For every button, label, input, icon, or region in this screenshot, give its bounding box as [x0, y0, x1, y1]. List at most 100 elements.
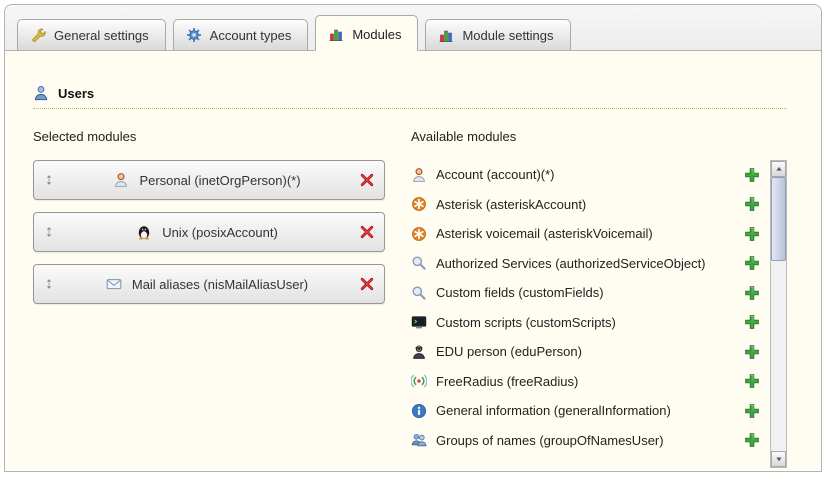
- available-module-row: EDU person (eduPerson): [411, 337, 762, 367]
- magnifier-icon: [411, 285, 427, 301]
- delete-x-icon: [359, 224, 375, 240]
- drag-handle[interactable]: [43, 278, 55, 290]
- module-label: Groups of names (groupOfNamesUser): [436, 433, 735, 448]
- module-label: Account (account)(*): [436, 167, 735, 182]
- drag-arrows-icon: [43, 278, 55, 290]
- delete-x-icon: [359, 172, 375, 188]
- tab-label: Modules: [352, 27, 401, 42]
- wrench-icon: [30, 27, 46, 43]
- available-modules-list: Account (account)(*) Asterisk (asteriskA…: [411, 160, 762, 468]
- drag-handle[interactable]: [43, 226, 55, 238]
- tab-modules[interactable]: Modules: [315, 15, 418, 51]
- add-module-button[interactable]: [744, 196, 760, 212]
- scrollbar-thumb[interactable]: [771, 177, 786, 261]
- terminal-icon: [411, 314, 427, 330]
- module-columns: Selected modules Personal (inetOrgPerson…: [33, 129, 787, 468]
- magnifier-icon: [411, 255, 427, 271]
- scroll-down-button[interactable]: [771, 451, 786, 467]
- available-modules-column: Available modules Account (account)(*): [411, 129, 787, 468]
- triangle-down-icon: [774, 454, 784, 464]
- module-label: General information (generalInformation): [436, 403, 735, 418]
- info-icon: [411, 403, 427, 419]
- remove-module-button[interactable]: [359, 172, 375, 188]
- scrollbar-track[interactable]: [771, 177, 786, 451]
- available-module-row: Account (account)(*): [411, 160, 762, 190]
- remove-module-button[interactable]: [359, 276, 375, 292]
- selected-module-row: Personal (inetOrgPerson)(*): [33, 160, 385, 200]
- plus-icon: [744, 226, 760, 242]
- lam-config-window: General settings Account types Modules M…: [4, 4, 822, 472]
- tab-label: General settings: [54, 28, 149, 43]
- module-label: Custom scripts (customScripts): [436, 315, 735, 330]
- module-label: Custom fields (customFields): [436, 285, 735, 300]
- group-icon: [411, 432, 427, 448]
- tab-account-types[interactable]: Account types: [173, 19, 309, 51]
- plus-icon: [744, 314, 760, 330]
- tab-module-settings[interactable]: Module settings: [425, 19, 570, 51]
- plus-icon: [744, 432, 760, 448]
- tab-general-settings[interactable]: General settings: [17, 19, 166, 51]
- person-icon: [113, 172, 129, 188]
- tab-bar: General settings Account types Modules M…: [5, 5, 821, 51]
- delete-x-icon: [359, 276, 375, 292]
- module-label: Authorized Services (authorizedServiceOb…: [436, 256, 735, 271]
- add-module-button[interactable]: [744, 255, 760, 271]
- bar-chart-icon: [328, 26, 344, 42]
- drag-arrows-icon: [43, 226, 55, 238]
- edu-person-icon: [411, 344, 427, 360]
- plus-icon: [744, 167, 760, 183]
- add-module-button[interactable]: [744, 403, 760, 419]
- module-label: Mail aliases (nisMailAliasUser): [132, 277, 308, 292]
- signal-icon: [411, 373, 427, 389]
- tab-label: Account types: [210, 28, 292, 43]
- user-icon: [33, 85, 49, 101]
- scrollbar[interactable]: [770, 160, 787, 468]
- module-label: FreeRadius (freeRadius): [436, 374, 735, 389]
- module-label: EDU person (eduPerson): [436, 344, 735, 359]
- add-module-button[interactable]: [744, 344, 760, 360]
- module-label: Asterisk voicemail (asteriskVoicemail): [436, 226, 735, 241]
- remove-module-button[interactable]: [359, 224, 375, 240]
- selected-module-row: Mail aliases (nisMailAliasUser): [33, 264, 385, 304]
- available-module-row: Groups of names (groupOfNamesUser): [411, 426, 762, 456]
- module-label: Personal (inetOrgPerson)(*): [139, 173, 300, 188]
- asterisk-icon: [411, 226, 427, 242]
- add-module-button[interactable]: [744, 167, 760, 183]
- selected-modules-column: Selected modules Personal (inetOrgPerson…: [33, 129, 385, 468]
- available-module-row: FreeRadius (freeRadius): [411, 367, 762, 397]
- asterisk-icon: [411, 196, 427, 212]
- add-module-button[interactable]: [744, 432, 760, 448]
- tab-label: Module settings: [462, 28, 553, 43]
- selected-modules-title: Selected modules: [33, 129, 385, 144]
- selected-module-row: Unix (posixAccount): [33, 212, 385, 252]
- tux-penguin-icon: [136, 224, 152, 240]
- available-modules-title: Available modules: [411, 129, 787, 144]
- add-module-button[interactable]: [744, 226, 760, 242]
- available-module-row: Authorized Services (authorizedServiceOb…: [411, 249, 762, 279]
- gear-icon: [186, 27, 202, 43]
- person-icon: [411, 167, 427, 183]
- module-label: Unix (posixAccount): [162, 225, 278, 240]
- add-module-button[interactable]: [744, 373, 760, 389]
- scroll-up-button[interactable]: [771, 161, 786, 177]
- bar-chart-icon: [438, 27, 454, 43]
- plus-icon: [744, 255, 760, 271]
- plus-icon: [744, 344, 760, 360]
- add-module-button[interactable]: [744, 285, 760, 301]
- users-section-header: Users: [33, 85, 787, 109]
- plus-icon: [744, 285, 760, 301]
- triangle-up-icon: [774, 164, 784, 174]
- available-module-row: Asterisk voicemail (asteriskVoicemail): [411, 219, 762, 249]
- section-title: Users: [58, 86, 94, 101]
- mail-envelope-icon: [106, 276, 122, 292]
- add-module-button[interactable]: [744, 314, 760, 330]
- available-module-row: Custom fields (customFields): [411, 278, 762, 308]
- plus-icon: [744, 403, 760, 419]
- module-label: Asterisk (asteriskAccount): [436, 197, 735, 212]
- drag-handle[interactable]: [43, 174, 55, 186]
- plus-icon: [744, 373, 760, 389]
- plus-icon: [744, 196, 760, 212]
- available-module-row: Custom scripts (customScripts): [411, 308, 762, 338]
- available-module-row: General information (generalInformation): [411, 396, 762, 426]
- modules-tab-content: Users Selected modules Personal (inetOrg…: [5, 51, 821, 468]
